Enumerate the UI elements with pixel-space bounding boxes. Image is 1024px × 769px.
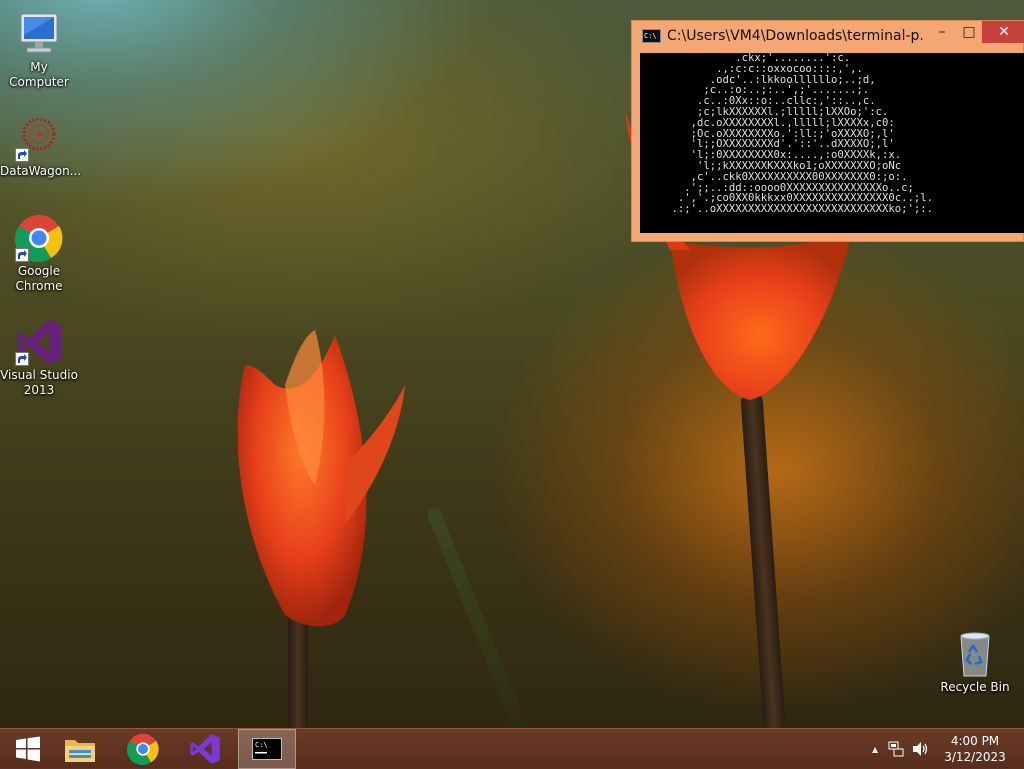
clock-date: 3/12/2023 bbox=[944, 750, 1006, 764]
command-prompt-icon: C:\ bbox=[252, 738, 282, 760]
shortcut-arrow-icon bbox=[15, 352, 29, 366]
terminal-output-area[interactable]: .ckx;'........':c. .,:c:c::oxxocoo::::,'… bbox=[640, 53, 1024, 233]
grass-blade bbox=[425, 506, 529, 734]
maximize-button[interactable]: □ bbox=[954, 21, 984, 43]
desktop-icon-visual-studio-2013[interactable]: Visual Studio 2013 bbox=[0, 318, 78, 398]
start-button[interactable] bbox=[0, 729, 56, 769]
windows-logo-icon bbox=[16, 736, 40, 762]
taskbar-command-prompt[interactable]: C:\ bbox=[238, 729, 296, 769]
terminal-title: C:\Users\VM4\Downloads\terminal-p... bbox=[667, 28, 925, 44]
terminal-title-bar[interactable]: C:\ C:\Users\VM4\Downloads\terminal-p...… bbox=[632, 21, 1024, 51]
taskbar-chrome[interactable] bbox=[115, 729, 171, 769]
terminal-output: .ckx;'........':c. .,:c:c::oxxocoo::::,'… bbox=[671, 53, 934, 216]
taskbar-file-explorer[interactable] bbox=[52, 729, 108, 769]
system-tray: ▲ bbox=[872, 729, 930, 769]
network-icon[interactable] bbox=[888, 741, 904, 757]
visual-studio-icon bbox=[15, 318, 63, 366]
taskbar-visual-studio[interactable] bbox=[177, 729, 233, 769]
shortcut-arrow-icon bbox=[15, 248, 29, 262]
recycle-bin-icon bbox=[951, 630, 999, 678]
shortcut-arrow-icon bbox=[15, 148, 29, 162]
desktop-icon-my-computer[interactable]: My Computer bbox=[0, 10, 78, 90]
desktop-icon-recycle-bin[interactable]: Recycle Bin bbox=[936, 630, 1014, 695]
clock[interactable]: 4:00 PM 3/12/2023 bbox=[940, 733, 1010, 765]
file-explorer-icon bbox=[65, 740, 95, 762]
svg-text:C:\: C:\ bbox=[255, 741, 268, 749]
taskbar: C:\ ▲ 4:00 PM 3/12/2023 bbox=[0, 728, 1024, 769]
volume-icon[interactable] bbox=[912, 741, 930, 757]
datawagon-icon bbox=[15, 114, 63, 162]
clock-time: 4:00 PM bbox=[950, 734, 1000, 748]
left-tulip bbox=[237, 330, 405, 627]
desktop-icon-google-chrome[interactable]: Google Chrome bbox=[0, 214, 78, 294]
chrome-icon bbox=[127, 733, 159, 765]
chrome-icon bbox=[14, 214, 63, 263]
cmd-icon: C:\ bbox=[642, 29, 661, 43]
close-button[interactable]: ✕ bbox=[982, 21, 1024, 43]
show-hidden-icons-button[interactable]: ▲ bbox=[872, 745, 878, 754]
minimize-button[interactable]: – bbox=[927, 21, 957, 43]
computer-icon bbox=[15, 10, 63, 58]
terminal-window[interactable]: C:\ C:\Users\VM4\Downloads\terminal-p...… bbox=[631, 20, 1024, 242]
right-flower-stem bbox=[740, 394, 786, 729]
visual-studio-icon bbox=[190, 734, 220, 764]
desktop-icon-datawagon[interactable]: DataWagon... bbox=[0, 114, 81, 179]
